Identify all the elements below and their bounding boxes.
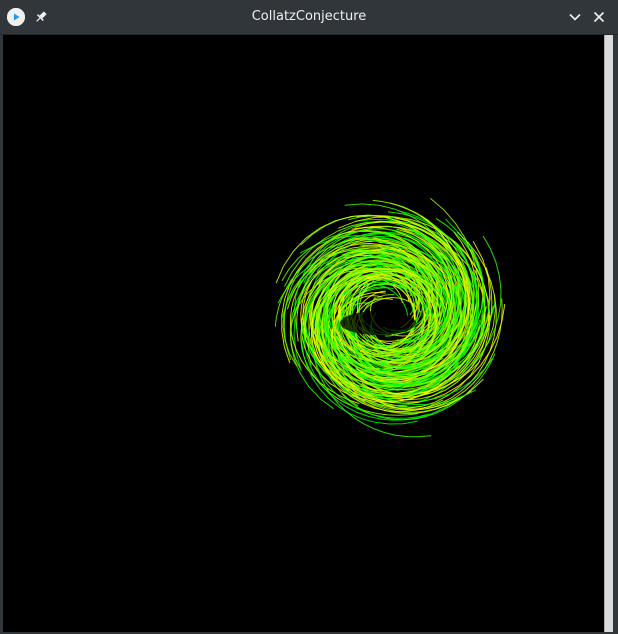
- window-title: CollatzConjecture: [251, 9, 367, 24]
- close-icon[interactable]: [590, 8, 608, 26]
- collatz-visualization: [274, 198, 506, 438]
- drawing-canvas[interactable]: [3, 35, 604, 632]
- chevron-down-icon[interactable]: [566, 8, 584, 26]
- pin-icon[interactable]: [32, 8, 50, 26]
- play-circle-icon[interactable]: [7, 8, 25, 26]
- center-void: [340, 311, 416, 335]
- window-border-right: [613, 35, 618, 634]
- window-titlebar[interactable]: CollatzConjecture: [0, 0, 618, 35]
- app-window: CollatzConjecture: [0, 0, 618, 634]
